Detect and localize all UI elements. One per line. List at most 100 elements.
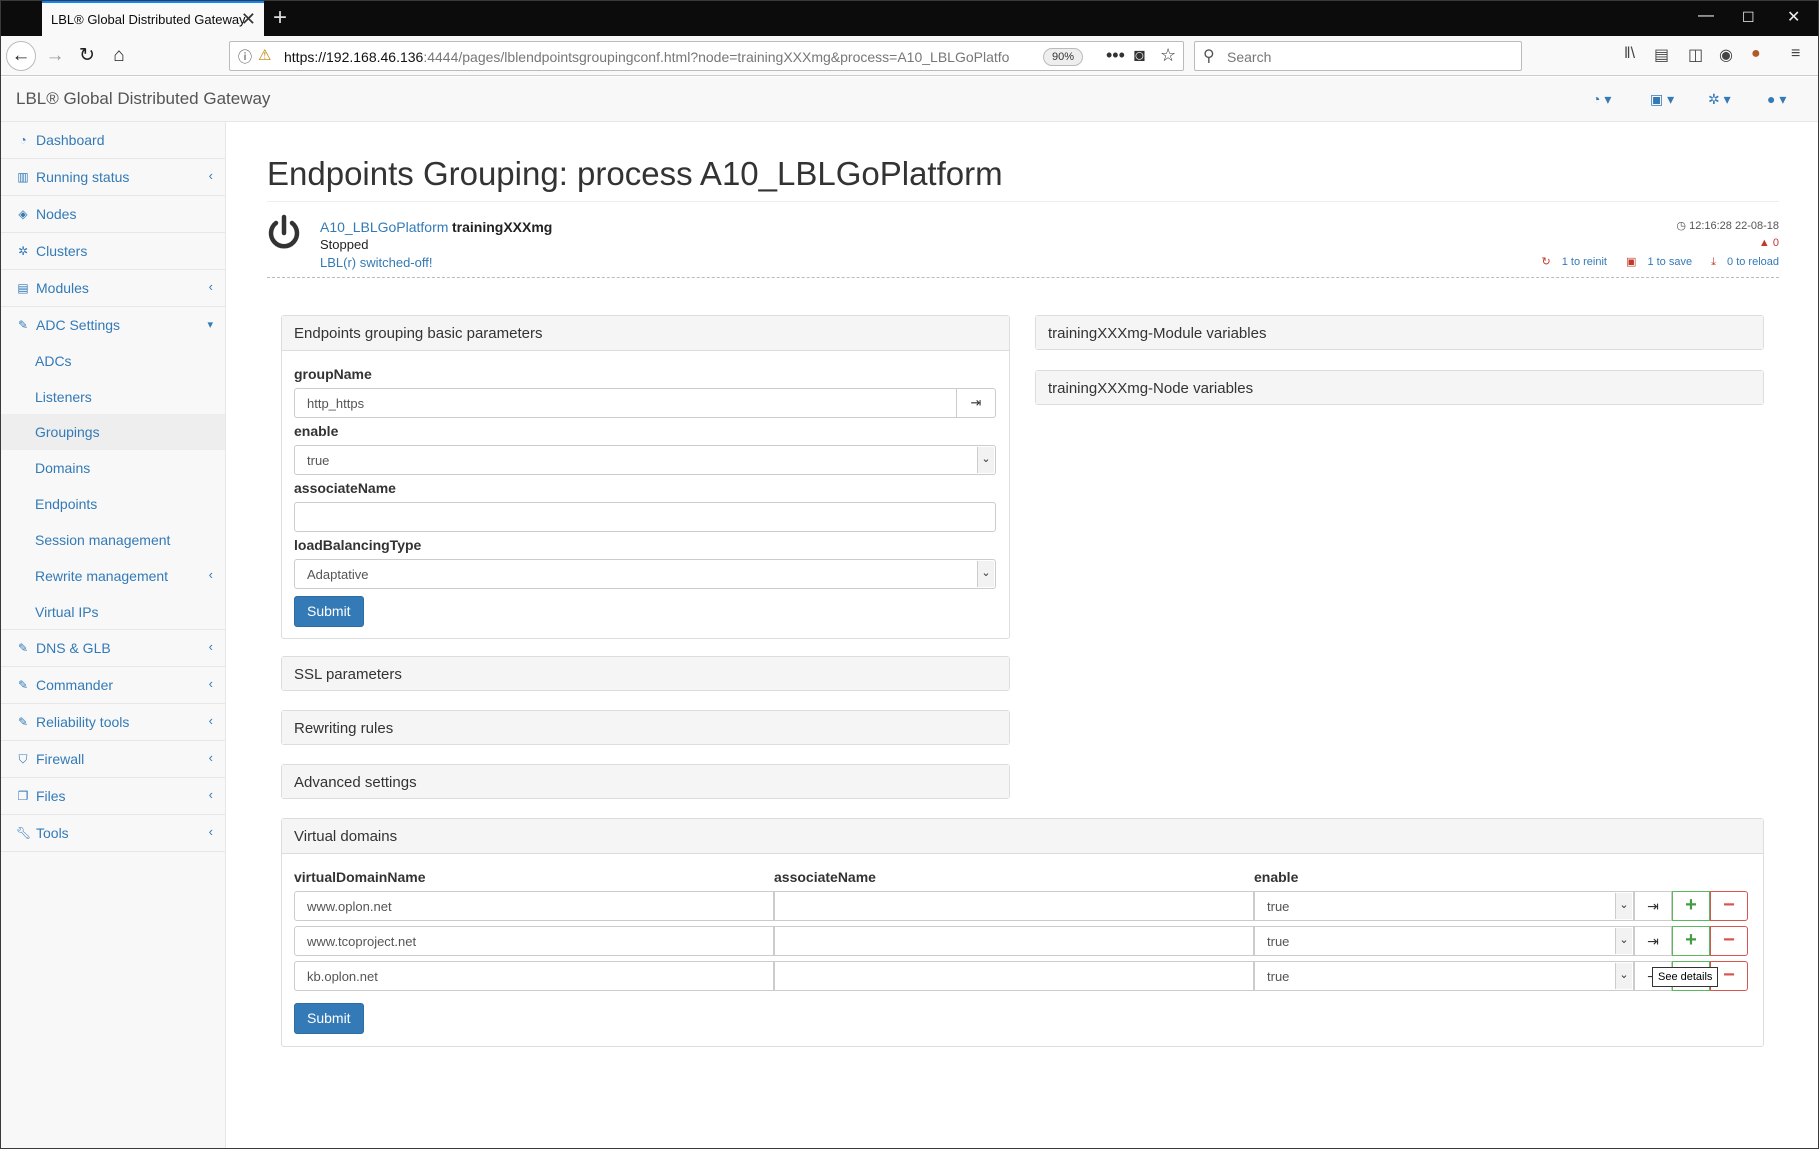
groupname-details-button[interactable]: ⇥ bbox=[957, 388, 996, 418]
sidebar-item-dashboard[interactable]: ◔ Dashboard bbox=[1, 122, 225, 159]
menu-icon[interactable]: ≡ bbox=[1791, 45, 1800, 63]
ssl-params-panel[interactable]: SSL parameters bbox=[281, 656, 1010, 691]
panel-heading[interactable]: Advanced settings bbox=[282, 765, 1009, 798]
main-content: Endpoints Grouping: process A10_LBLGoPla… bbox=[227, 122, 1818, 1148]
node-variables-panel[interactable]: trainingXXXmg-Node variables bbox=[1035, 370, 1764, 405]
vd-details-button[interactable]: ⇥ bbox=[1634, 891, 1672, 921]
sidebar-sub-domains[interactable]: Domains bbox=[1, 450, 225, 486]
sidebar-item-firewall[interactable]: ⛉ Firewall ‹ bbox=[1, 741, 225, 778]
sidebar-item-nodes[interactable]: ◈ Nodes bbox=[1, 196, 225, 233]
vd-name-input[interactable]: www.tcoproject.net bbox=[294, 926, 774, 956]
basic-submit-button[interactable]: Submit bbox=[294, 596, 364, 627]
forward-icon[interactable]: → bbox=[41, 42, 69, 70]
url-bar[interactable]: ⓘ ⚠ https://192.168.46.136:4444/pages/lb… bbox=[229, 41, 1184, 71]
chevron-left-icon: ‹ bbox=[208, 567, 213, 582]
brand[interactable]: LBL® Global Distributed Gateway bbox=[16, 89, 270, 109]
panel-heading[interactable]: SSL parameters bbox=[282, 657, 1009, 690]
sidebar-sub-adcs[interactable]: ADCs bbox=[1, 343, 225, 379]
zoom-indicator[interactable]: 90% bbox=[1043, 48, 1083, 66]
maximize-icon[interactable]: ☐ bbox=[1742, 9, 1755, 26]
sidebar-item-commander[interactable]: ✎ Commander ‹ bbox=[1, 667, 225, 704]
pocket-icon[interactable]: ◙ bbox=[1134, 45, 1145, 66]
enable-select[interactable]: true ⌄ bbox=[294, 445, 996, 475]
status-links: ↻ 1 to reinit ▣ 1 to save ⤓ 0 to reload bbox=[1526, 255, 1780, 269]
sidebar-sub-endpoints[interactable]: Endpoints bbox=[1, 486, 225, 522]
vd-assoc-input[interactable] bbox=[774, 961, 1254, 991]
col-enable: enable bbox=[1254, 869, 1299, 885]
vd-enable-select[interactable]: true ⌄ bbox=[1254, 891, 1634, 921]
vd-add-button[interactable]: + bbox=[1672, 891, 1710, 921]
settings-menu-icon[interactable]: ✲ ▾ bbox=[1708, 91, 1731, 108]
process-link[interactable]: A10_LBLGoPlatform bbox=[320, 219, 448, 235]
loadbalancingtype-select[interactable]: Adaptative ⌄ bbox=[294, 559, 996, 589]
panel-heading[interactable]: Endpoints grouping basic parameters bbox=[282, 316, 1009, 351]
extension-icon[interactable]: ◉ bbox=[1719, 45, 1733, 65]
reader-icon[interactable]: ▤ bbox=[1654, 45, 1669, 65]
user-menu-icon[interactable]: ● ▾ bbox=[1767, 91, 1786, 108]
sidebar-item-clusters[interactable]: ✲ Clusters bbox=[1, 233, 225, 270]
chevron-down-icon: ⌄ bbox=[1615, 893, 1632, 919]
sidebar-item-dns-glb[interactable]: ✎ DNS & GLB ‹ bbox=[1, 630, 225, 667]
chevron-left-icon: ‹ bbox=[208, 787, 213, 802]
library-icon[interactable]: ‖\ bbox=[1624, 45, 1635, 63]
home-icon[interactable]: ⌂ bbox=[105, 42, 133, 70]
power-icon bbox=[268, 214, 300, 249]
save-menu-icon[interactable]: ▣ ▾ bbox=[1650, 91, 1674, 108]
close-tab-icon[interactable]: ✕ bbox=[241, 9, 256, 30]
search-bar[interactable]: ⚲ Search bbox=[1194, 41, 1522, 71]
browser-tab[interactable]: LBL® Global Distributed Gateway ✕ bbox=[42, 1, 264, 36]
vd-name-input[interactable]: kb.oplon.net bbox=[294, 961, 774, 991]
bookmark-star-icon[interactable]: ☆ bbox=[1160, 45, 1176, 66]
vd-add-button[interactable]: + bbox=[1672, 926, 1710, 956]
panel-heading[interactable]: trainingXXXmg-Module variables bbox=[1036, 316, 1763, 349]
reinit-link[interactable]: ↻ 1 to reinit bbox=[1534, 256, 1607, 268]
vd-assoc-input[interactable] bbox=[774, 891, 1254, 921]
bar-chart-icon: ▥ bbox=[17, 170, 29, 184]
sidebar-sub-listeners[interactable]: Listeners bbox=[1, 379, 225, 415]
sidebar-item-modules[interactable]: ▤ Modules ‹ bbox=[1, 270, 225, 307]
vd-enable-select[interactable]: true ⌄ bbox=[1254, 926, 1634, 956]
vd-assoc-input[interactable] bbox=[774, 926, 1254, 956]
vd-submit-button[interactable]: Submit bbox=[294, 1003, 364, 1034]
tab-title: LBL® Global Distributed Gateway bbox=[51, 12, 246, 27]
chevron-down-icon: ⌄ bbox=[1615, 928, 1632, 954]
sidebar-sub-rewrite-management[interactable]: Rewrite management ‹ bbox=[1, 558, 225, 594]
info-icon[interactable]: ⓘ bbox=[238, 47, 252, 67]
vd-name-input[interactable]: www.oplon.net bbox=[294, 891, 774, 921]
advanced-settings-panel[interactable]: Advanced settings bbox=[281, 764, 1010, 799]
sidebar-sub-groupings[interactable]: Groupings bbox=[1, 414, 225, 450]
panel-heading[interactable]: Rewriting rules bbox=[282, 711, 1009, 744]
warnings-count[interactable]: ▲ 0 bbox=[1759, 237, 1779, 249]
vd-details-button[interactable]: ⇥ bbox=[1634, 926, 1672, 956]
more-actions-icon[interactable]: ••• bbox=[1106, 45, 1125, 66]
associatename-input[interactable] bbox=[294, 502, 996, 532]
sidebar-icon[interactable]: ◫ bbox=[1688, 45, 1703, 65]
sidebar-item-running-status[interactable]: ▥ Running status ‹ bbox=[1, 159, 225, 196]
sidebar-item-tools[interactable]: 🔧︎ Tools ‹ bbox=[1, 815, 225, 852]
clock-icon: ◷ bbox=[1676, 220, 1690, 232]
minimize-icon[interactable]: — bbox=[1698, 7, 1714, 25]
sidebar-item-adc-settings[interactable]: ✎ ADC Settings ▾ bbox=[1, 307, 225, 344]
enable-label: enable bbox=[294, 423, 339, 439]
close-window-icon[interactable]: ✕ bbox=[1787, 7, 1800, 27]
cogs-icon: ✲ bbox=[17, 244, 29, 258]
reload-link[interactable]: ⤓ 0 to reload bbox=[1703, 256, 1779, 268]
sidebar-item-reliability-tools[interactable]: ✎ Reliability tools ‹ bbox=[1, 704, 225, 741]
module-variables-panel[interactable]: trainingXXXmg-Module variables bbox=[1035, 315, 1764, 350]
groupname-input[interactable]: http_https bbox=[294, 388, 957, 418]
sidebar-item-files[interactable]: ❐ Files ‹ bbox=[1, 778, 225, 815]
vd-enable-select[interactable]: true ⌄ bbox=[1254, 961, 1634, 991]
vd-remove-button[interactable]: − bbox=[1710, 926, 1748, 956]
rewriting-rules-panel[interactable]: Rewriting rules bbox=[281, 710, 1010, 745]
save-link[interactable]: ▣ 1 to save bbox=[1618, 256, 1692, 268]
panel-heading[interactable]: Virtual domains bbox=[282, 819, 1763, 854]
new-tab-icon[interactable]: + bbox=[273, 4, 287, 32]
sidebar-sub-session-management[interactable]: Session management bbox=[1, 522, 225, 558]
sidebar-sub-virtual-ips[interactable]: Virtual IPs bbox=[1, 594, 225, 630]
panel-heading[interactable]: trainingXXXmg-Node variables bbox=[1036, 371, 1763, 404]
dashboard-menu-icon[interactable]: ◔ ▾ bbox=[1592, 91, 1611, 108]
back-icon[interactable]: ← bbox=[6, 41, 36, 71]
profile-icon[interactable]: ● bbox=[1751, 45, 1761, 63]
reload-icon[interactable]: ↻ bbox=[73, 42, 101, 70]
vd-remove-button[interactable]: − bbox=[1710, 891, 1748, 921]
